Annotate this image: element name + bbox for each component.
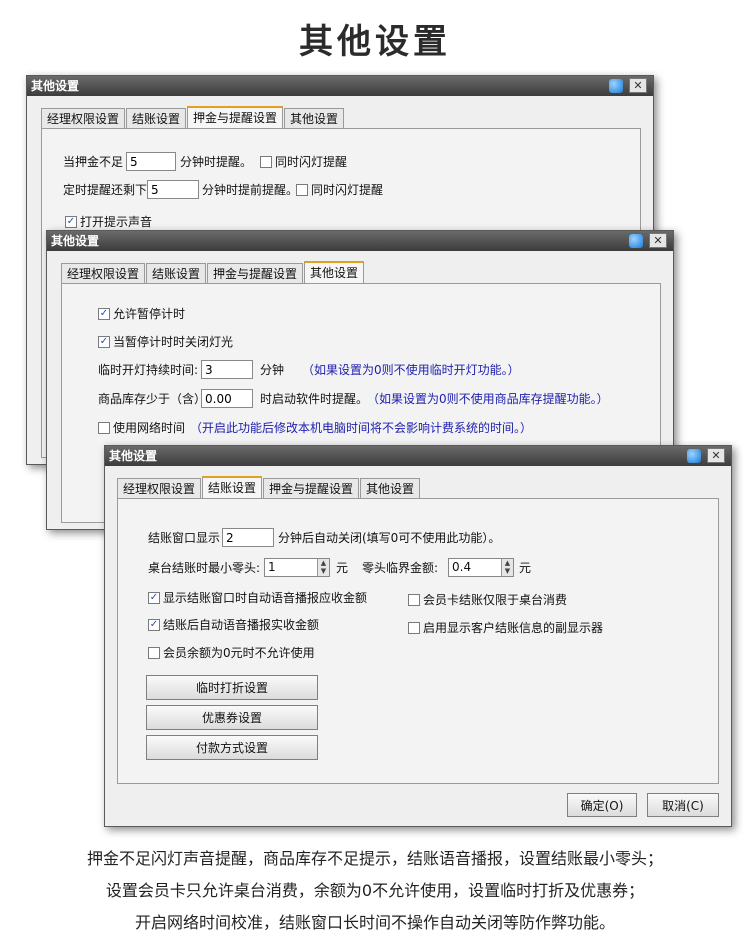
min-change-spinner[interactable]: 1 ▲ ▼ — [264, 558, 330, 577]
timer-label: 定时提醒还剩下 — [63, 183, 148, 197]
tab-manager-permissions[interactable]: 经理权限设置 — [41, 108, 126, 128]
caption-line-2: 设置会员卡只允许桌台消费，余额为0不允许使用，设置临时打折及优惠券； — [105, 881, 645, 900]
change-threshold-spinner[interactable]: 0.4 ▲ ▼ — [448, 558, 514, 577]
voice-paid-checkbox[interactable]: ✓ 结账后自动语音播报实收金额 — [148, 617, 319, 633]
tab-manager-permissions[interactable]: 经理权限设置 — [117, 478, 202, 498]
min-change-unit: 元 — [336, 561, 349, 575]
gem-icon — [609, 79, 623, 93]
tab-checkout-settings[interactable]: 结账设置 — [146, 263, 207, 283]
close-icon[interactable]: ✕ — [649, 233, 667, 248]
stock-suffix: 时启动软件时提醒。 — [260, 392, 369, 406]
timer-flash-checkbox[interactable]: 同时闪灯提醒 — [296, 182, 383, 198]
change-threshold-unit: 元 — [519, 561, 532, 575]
checkbox-box — [98, 422, 110, 434]
net-time-hint: （开启此功能后修改本机电脑时间将不会影响计费系统的时间。） — [190, 421, 533, 435]
caption-line-3: 开启网络时间校准，结账窗口长时间不操作自动关闭等防作弊功能。 — [134, 913, 615, 932]
check-icon: ✓ — [148, 592, 160, 604]
checkbox-box — [408, 594, 420, 606]
checkbox-box — [148, 647, 160, 659]
page-title: 其他设置 — [299, 22, 451, 62]
deposit-suffix: 分钟时提醒。 — [180, 155, 253, 169]
light-duration-input[interactable] — [201, 360, 253, 379]
checkbox-label: 同时闪灯提醒 — [311, 183, 384, 197]
pause-light-checkbox[interactable]: ✓ 当暂停计时时关闭灯光 — [98, 334, 233, 350]
window-titlebar[interactable]: 其他设置 ✕ — [47, 231, 673, 251]
spinner-value: 0.4 — [452, 560, 472, 574]
ok-button[interactable]: 确定(O) — [567, 793, 637, 817]
tab-bar: 经理权限设置 结账设置 押金与提醒设置 其他设置 — [117, 476, 421, 498]
tab-deposit-reminder[interactable]: 押金与提醒设置 — [187, 106, 284, 128]
deposit-minutes-input[interactable] — [126, 152, 176, 171]
tab-other-settings[interactable]: 其他设置 — [284, 108, 345, 128]
settings-window-checkout: 其他设置 ✕ 经理权限设置 结账设置 押金与提醒设置 其他设置 结账窗口显示 分… — [104, 445, 732, 827]
min-change-label: 桌台结账时最小零头: — [148, 561, 261, 575]
stock-label: 商品库存少于（含） — [98, 392, 207, 406]
light-duration-hint: （如果设置为0则不使用临时开灯功能。） — [302, 363, 520, 377]
coupon-settings-button[interactable]: 优惠券设置 — [146, 705, 318, 730]
zero-balance-checkbox[interactable]: 会员余额为0元时不允许使用 — [148, 645, 315, 661]
caption-line-1: 押金不足闪灯声音提醒，商品库存不足提示，结账语音播报，设置结账最小零头； — [86, 849, 663, 868]
checkbox-box — [296, 184, 308, 196]
change-threshold-label: 零头临界金额: — [362, 561, 439, 575]
close-icon[interactable]: ✕ — [707, 448, 725, 463]
checkbox-label: 同时闪灯提醒 — [275, 155, 348, 169]
checkbox-label: 会员卡结账仅限于桌台消费 — [423, 593, 568, 607]
check-icon: ✓ — [65, 216, 77, 228]
payment-method-button[interactable]: 付款方式设置 — [146, 735, 318, 760]
checkbox-label: 显示结账窗口时自动语音播报应收金额 — [163, 591, 368, 605]
window-title: 其他设置 — [31, 79, 80, 93]
light-duration-label: 临时开灯持续时间: — [98, 363, 199, 377]
light-duration-unit: 分钟 — [260, 363, 285, 377]
tab-deposit-reminder[interactable]: 押金与提醒设置 — [207, 263, 304, 283]
spinner-value: 1 — [268, 560, 276, 574]
spinner-arrows-icon[interactable]: ▲ ▼ — [317, 559, 329, 576]
member-table-only-checkbox[interactable]: 会员卡结账仅限于桌台消费 — [408, 592, 567, 608]
voice-amount-checkbox[interactable]: ✓ 显示结账窗口时自动语音播报应收金额 — [148, 590, 367, 606]
check-icon: ✓ — [148, 619, 160, 631]
window-titlebar[interactable]: 其他设置 ✕ — [27, 76, 653, 96]
checkbox-label: 打开提示声音 — [80, 215, 153, 229]
close-icon[interactable]: ✕ — [629, 78, 647, 93]
timer-minutes-input[interactable] — [147, 180, 199, 199]
tab-bar: 经理权限设置 结账设置 押金与提醒设置 其他设置 — [61, 261, 365, 283]
tab-checkout-settings[interactable]: 结账设置 — [126, 108, 187, 128]
checkbox-box — [260, 156, 272, 168]
checkout-window-suffix: 分钟后自动关闭(填写0可不使用此功能）。 — [278, 531, 501, 545]
cancel-button[interactable]: 取消(C) — [647, 793, 719, 817]
stock-hint: （如果设置为0则不使用商品库存提醒功能。） — [367, 392, 609, 406]
window-title: 其他设置 — [109, 449, 158, 463]
sound-checkbox[interactable]: ✓ 打开提示声音 — [65, 214, 152, 230]
allow-pause-checkbox[interactable]: ✓ 允许暂停计时 — [98, 306, 185, 322]
checkbox-label: 使用网络时间 — [113, 421, 186, 435]
checkbox-label: 允许暂停计时 — [113, 307, 186, 321]
tab-checkout-settings[interactable]: 结账设置 — [202, 476, 263, 498]
tab-bar: 经理权限设置 结账设置 押金与提醒设置 其他设置 — [41, 106, 345, 128]
checkbox-label: 当暂停计时时关闭灯光 — [113, 335, 234, 349]
tab-deposit-reminder[interactable]: 押金与提醒设置 — [263, 478, 360, 498]
spinner-arrows-icon[interactable]: ▲ ▼ — [501, 559, 513, 576]
stock-threshold-input[interactable] — [201, 389, 253, 408]
timer-suffix: 分钟时提前提醒。 — [202, 183, 299, 197]
tab-panel: 结账窗口显示 分钟后自动关闭(填写0可不使用此功能）。 桌台结账时最小零头: 1… — [117, 498, 719, 784]
second-display-checkbox[interactable]: 启用显示客户结账信息的副显示器 — [408, 620, 603, 636]
checkbox-label: 启用显示客户结账信息的副显示器 — [423, 621, 604, 635]
checkout-autoclose-input[interactable] — [222, 528, 274, 547]
gem-icon — [687, 449, 701, 463]
checkbox-box — [408, 622, 420, 634]
gem-icon — [629, 234, 643, 248]
window-titlebar[interactable]: 其他设置 ✕ — [105, 446, 731, 466]
window-title: 其他设置 — [51, 234, 100, 248]
temporary-discount-button[interactable]: 临时打折设置 — [146, 675, 318, 700]
tab-other-settings[interactable]: 其他设置 — [304, 261, 365, 283]
net-time-checkbox[interactable]: 使用网络时间 — [98, 420, 185, 436]
tab-manager-permissions[interactable]: 经理权限设置 — [61, 263, 146, 283]
check-icon: ✓ — [98, 336, 110, 348]
deposit-label: 当押金不足 — [63, 155, 124, 169]
checkbox-label: 会员余额为0元时不允许使用 — [163, 646, 315, 660]
checkout-window-label: 结账窗口显示 — [148, 531, 221, 545]
deposit-flash-checkbox[interactable]: 同时闪灯提醒 — [260, 154, 347, 170]
checkbox-label: 结账后自动语音播报实收金额 — [163, 618, 320, 632]
check-icon: ✓ — [98, 308, 110, 320]
tab-other-settings[interactable]: 其他设置 — [360, 478, 421, 498]
